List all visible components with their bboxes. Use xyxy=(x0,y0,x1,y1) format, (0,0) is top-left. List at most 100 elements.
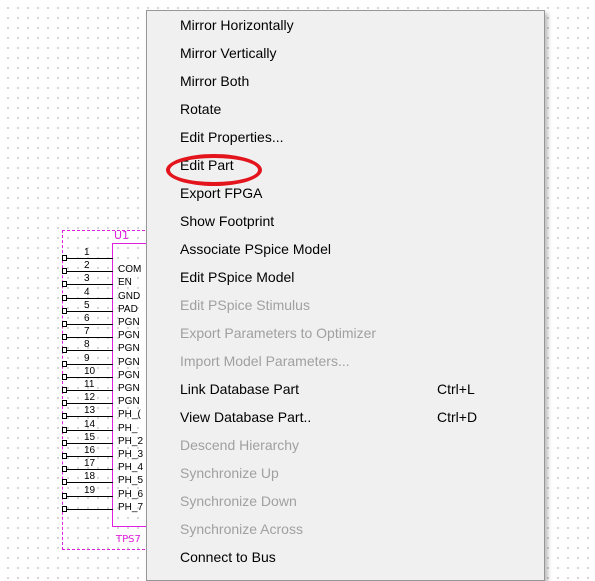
pin-lead xyxy=(66,456,113,457)
menu-item-label: View Database Part.. xyxy=(180,409,312,425)
pin-number: 6 xyxy=(84,313,90,324)
menu-item-link-database-part[interactable]: Link Database Part Ctrl+L xyxy=(147,375,544,403)
menu-item-label: Mirror Both xyxy=(180,73,250,89)
pin-name: PGN xyxy=(118,356,140,368)
pin-number: 3 xyxy=(84,273,90,285)
pin-lead xyxy=(66,376,113,378)
part-pin[interactable]: 4 GND xyxy=(62,287,140,304)
pin-lead xyxy=(66,324,113,325)
pin-name: COM xyxy=(118,264,142,276)
pin-lead xyxy=(66,390,113,391)
pin-name: PH_3 xyxy=(118,449,144,460)
menu-item-label: Synchronize Down xyxy=(180,493,297,509)
menu-item-import-model-parameters[interactable]: Import Model Parameters... xyxy=(147,347,544,375)
menu-item-label: Connect to Bus xyxy=(180,549,276,565)
pin-number: 1 xyxy=(84,247,90,258)
menu-item-label: Descend Hierarchy xyxy=(180,437,300,453)
pin-name: PH_6 xyxy=(118,488,144,500)
pin-number: 11 xyxy=(84,379,95,390)
pin-lead xyxy=(66,429,113,431)
pin-lead xyxy=(66,297,113,299)
pin-number: 4 xyxy=(84,286,90,298)
pin-number: 2 xyxy=(84,260,90,272)
menu-item-synchronize-down[interactable]: Synchronize Down xyxy=(147,487,544,515)
pin-number: 14 xyxy=(84,418,96,430)
menu-item-label: Edit Part xyxy=(180,157,234,173)
pin-lead xyxy=(66,469,113,471)
menu-item-label: Import Model Parameters... xyxy=(180,353,350,369)
pin-number: 12 xyxy=(84,392,96,404)
pin-lead xyxy=(66,258,113,259)
pin-lead xyxy=(66,495,113,497)
menu-item-label: Mirror Horizontally xyxy=(180,17,294,33)
menu-item-mirror-horizontally[interactable]: Mirror Horizontally xyxy=(147,11,544,39)
menu-item-mirror-both[interactable]: Mirror Both xyxy=(147,67,544,95)
pin-lead xyxy=(66,482,113,484)
pin-name: GND xyxy=(118,290,141,302)
part-pin[interactable]: 8 PGN xyxy=(62,340,140,356)
pin-lead xyxy=(66,310,113,312)
menu-item-label: Export FPGA xyxy=(180,185,263,201)
pin-number: 13 xyxy=(84,405,96,417)
menu-item-label: Edit PSpice Model xyxy=(180,269,295,285)
pin-number: 15 xyxy=(84,431,96,443)
context-menu: Mirror Horizontally Mirror Vertically Mirr… xyxy=(146,10,545,581)
pin-name: PH_4 xyxy=(118,462,144,474)
menu-item-shortcut: Ctrl+L xyxy=(437,381,475,397)
menu-item-export-fpga[interactable]: Export FPGA xyxy=(147,179,544,207)
pin-lead xyxy=(66,363,113,365)
pin-number: 17 xyxy=(84,458,96,470)
menu-item-edit-pspice-model[interactable]: Edit PSpice Model xyxy=(147,263,544,291)
part-pin[interactable]: 3 EN xyxy=(62,274,132,290)
pin-name: PGN xyxy=(118,383,140,394)
menu-item-export-parameters-to-optimizer[interactable]: Export Parameters to Optimizer xyxy=(147,319,544,347)
part-pin[interactable]: 19 PH_6 xyxy=(62,485,143,502)
pin-name: EN xyxy=(118,277,132,289)
pin-name: PH_5 xyxy=(118,475,144,487)
menu-item-edit-properties[interactable]: Edit Properties... xyxy=(147,123,544,151)
menu-item-synchronize-across[interactable]: Synchronize Across xyxy=(147,515,544,543)
pin-number: 10 xyxy=(84,365,96,377)
pin-lead xyxy=(66,442,113,444)
menu-item-label: Export Parameters to Optimizer xyxy=(180,325,377,341)
menu-item-edit-part[interactable]: Edit Part xyxy=(147,151,544,179)
menu-item-connect-to-bus[interactable]: Connect to Bus xyxy=(147,543,544,571)
context-menu-list: Mirror Horizontally Mirror Vertically Mirr… xyxy=(147,11,544,571)
part-pin[interactable]: 1 xyxy=(62,248,122,264)
menu-item-shortcut: Ctrl+D xyxy=(437,409,478,425)
pin-name: PH_2 xyxy=(118,435,144,447)
menu-item-descend-hierarchy[interactable]: Descend Hierarchy xyxy=(147,431,544,459)
menu-item-label: Edit PSpice Stimulus xyxy=(180,297,310,313)
pin-name: PH_ xyxy=(118,422,138,434)
menu-item-associate-pspice-model[interactable]: Associate PSpice Model xyxy=(147,235,544,263)
pin-lead xyxy=(66,350,113,352)
pin-lead xyxy=(66,403,113,405)
menu-item-mirror-vertically[interactable]: Mirror Vertically xyxy=(147,39,544,67)
pin-lead xyxy=(66,416,113,418)
menu-item-view-database-part[interactable]: View Database Part.. Ctrl+D xyxy=(147,403,544,431)
pin-lead xyxy=(66,508,113,510)
pin-number: 7 xyxy=(84,326,90,338)
menu-item-edit-pspice-stimulus[interactable]: Edit PSpice Stimulus xyxy=(147,291,544,319)
part-pin[interactable]: 2 COM xyxy=(62,261,141,277)
pin-name: PH_( xyxy=(118,409,141,421)
menu-item-rotate[interactable]: Rotate xyxy=(147,95,544,123)
pin-lead xyxy=(66,337,113,339)
menu-item-label: Associate PSpice Model xyxy=(180,241,331,257)
part-value: TPS7 xyxy=(116,534,141,545)
pin-name: PGN xyxy=(118,343,140,355)
pin-number: 16 xyxy=(84,445,96,456)
menu-item-label: Rotate xyxy=(180,101,222,117)
pin-number: 18 xyxy=(84,471,96,483)
pin-name: PH_7 xyxy=(118,501,144,513)
pin-name: PGN xyxy=(118,396,140,408)
menu-item-show-footprint[interactable]: Show Footprint xyxy=(147,207,544,235)
pin-name: PGN xyxy=(118,317,140,328)
menu-item-synchronize-up[interactable]: Synchronize Up xyxy=(147,459,544,487)
part-pin[interactable]: PH_7 xyxy=(62,502,143,515)
part-pin[interactable]: 7 PGN xyxy=(62,327,140,343)
menu-item-label: Mirror Vertically xyxy=(180,45,277,61)
pin-name: PAD xyxy=(118,303,138,315)
part-pin[interactable]: 6 PGN xyxy=(62,314,140,330)
part-pin[interactable]: 5 PAD xyxy=(62,300,138,317)
